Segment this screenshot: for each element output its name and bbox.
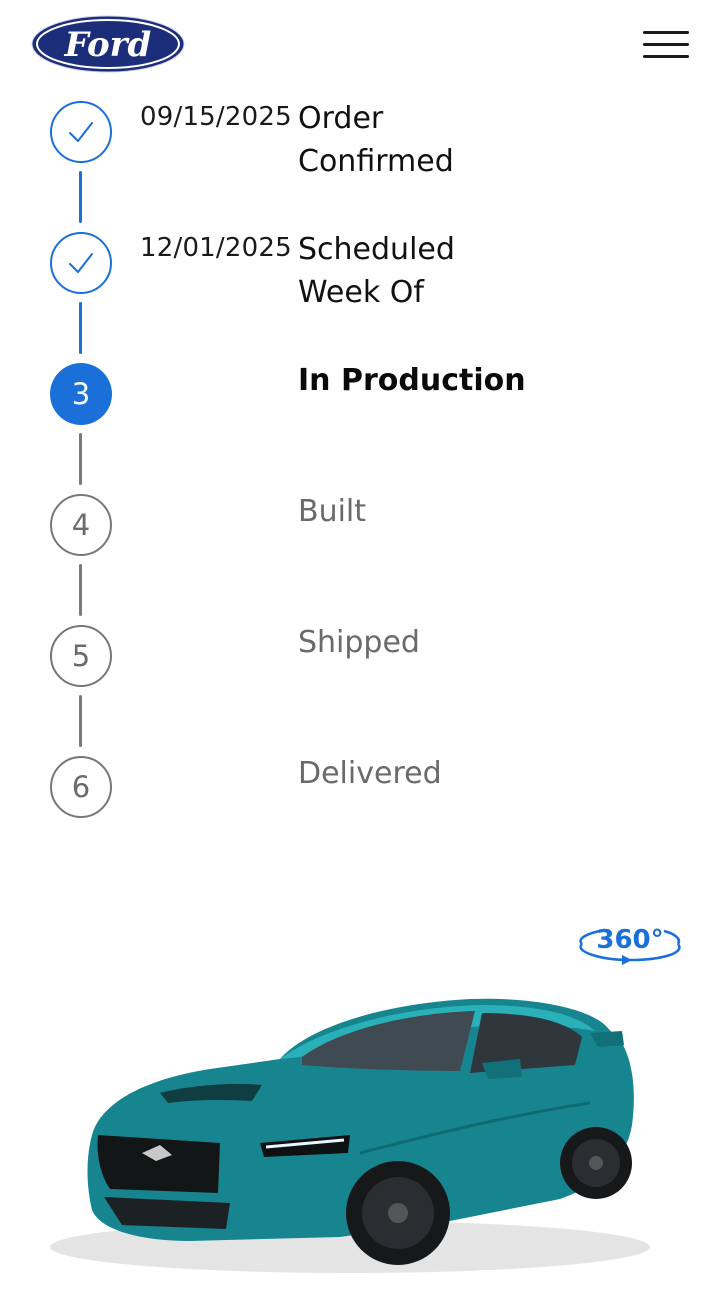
logo-text: Ford bbox=[64, 25, 152, 65]
step-4-label: Built bbox=[298, 494, 367, 529]
step-2-date: 12/01/2025 bbox=[140, 233, 292, 263]
step-2-label: Scheduled Week Of bbox=[298, 228, 558, 314]
step-6-number-circle: 6 bbox=[50, 756, 112, 818]
step-connector bbox=[79, 564, 82, 616]
step-5-label: Shipped bbox=[298, 625, 420, 660]
step-1-label-line2: Confirmed bbox=[298, 144, 454, 179]
check-icon bbox=[69, 253, 93, 273]
step-5-number-circle: 5 bbox=[50, 625, 112, 687]
ford-logo[interactable]: Ford bbox=[30, 14, 186, 74]
step-1-label-line1: Order bbox=[298, 101, 384, 136]
step-connector bbox=[79, 171, 82, 223]
step-2-label-line1: Scheduled bbox=[298, 232, 455, 267]
step-connector bbox=[79, 433, 82, 485]
step-connector bbox=[79, 695, 82, 747]
step-2-check-circle bbox=[50, 232, 112, 294]
hamburger-menu-icon[interactable] bbox=[640, 28, 692, 62]
step-1-date: 09/15/2025 bbox=[140, 102, 292, 132]
view-360-label: 360° bbox=[596, 925, 663, 955]
step-2-label-line2: Week Of bbox=[298, 275, 424, 310]
check-icon bbox=[69, 122, 93, 142]
step-connector bbox=[79, 302, 82, 354]
step-3-label: In Production bbox=[298, 363, 526, 398]
step-6-label: Delivered bbox=[298, 756, 442, 791]
view-360-button[interactable]: 360° bbox=[572, 918, 688, 968]
step-3-number-circle: 3 bbox=[50, 363, 112, 425]
step-4-number-circle: 4 bbox=[50, 494, 112, 556]
step-1-label: Order Confirmed bbox=[298, 97, 558, 183]
vehicle-image bbox=[30, 985, 690, 1285]
step-1-check-circle bbox=[50, 101, 112, 163]
